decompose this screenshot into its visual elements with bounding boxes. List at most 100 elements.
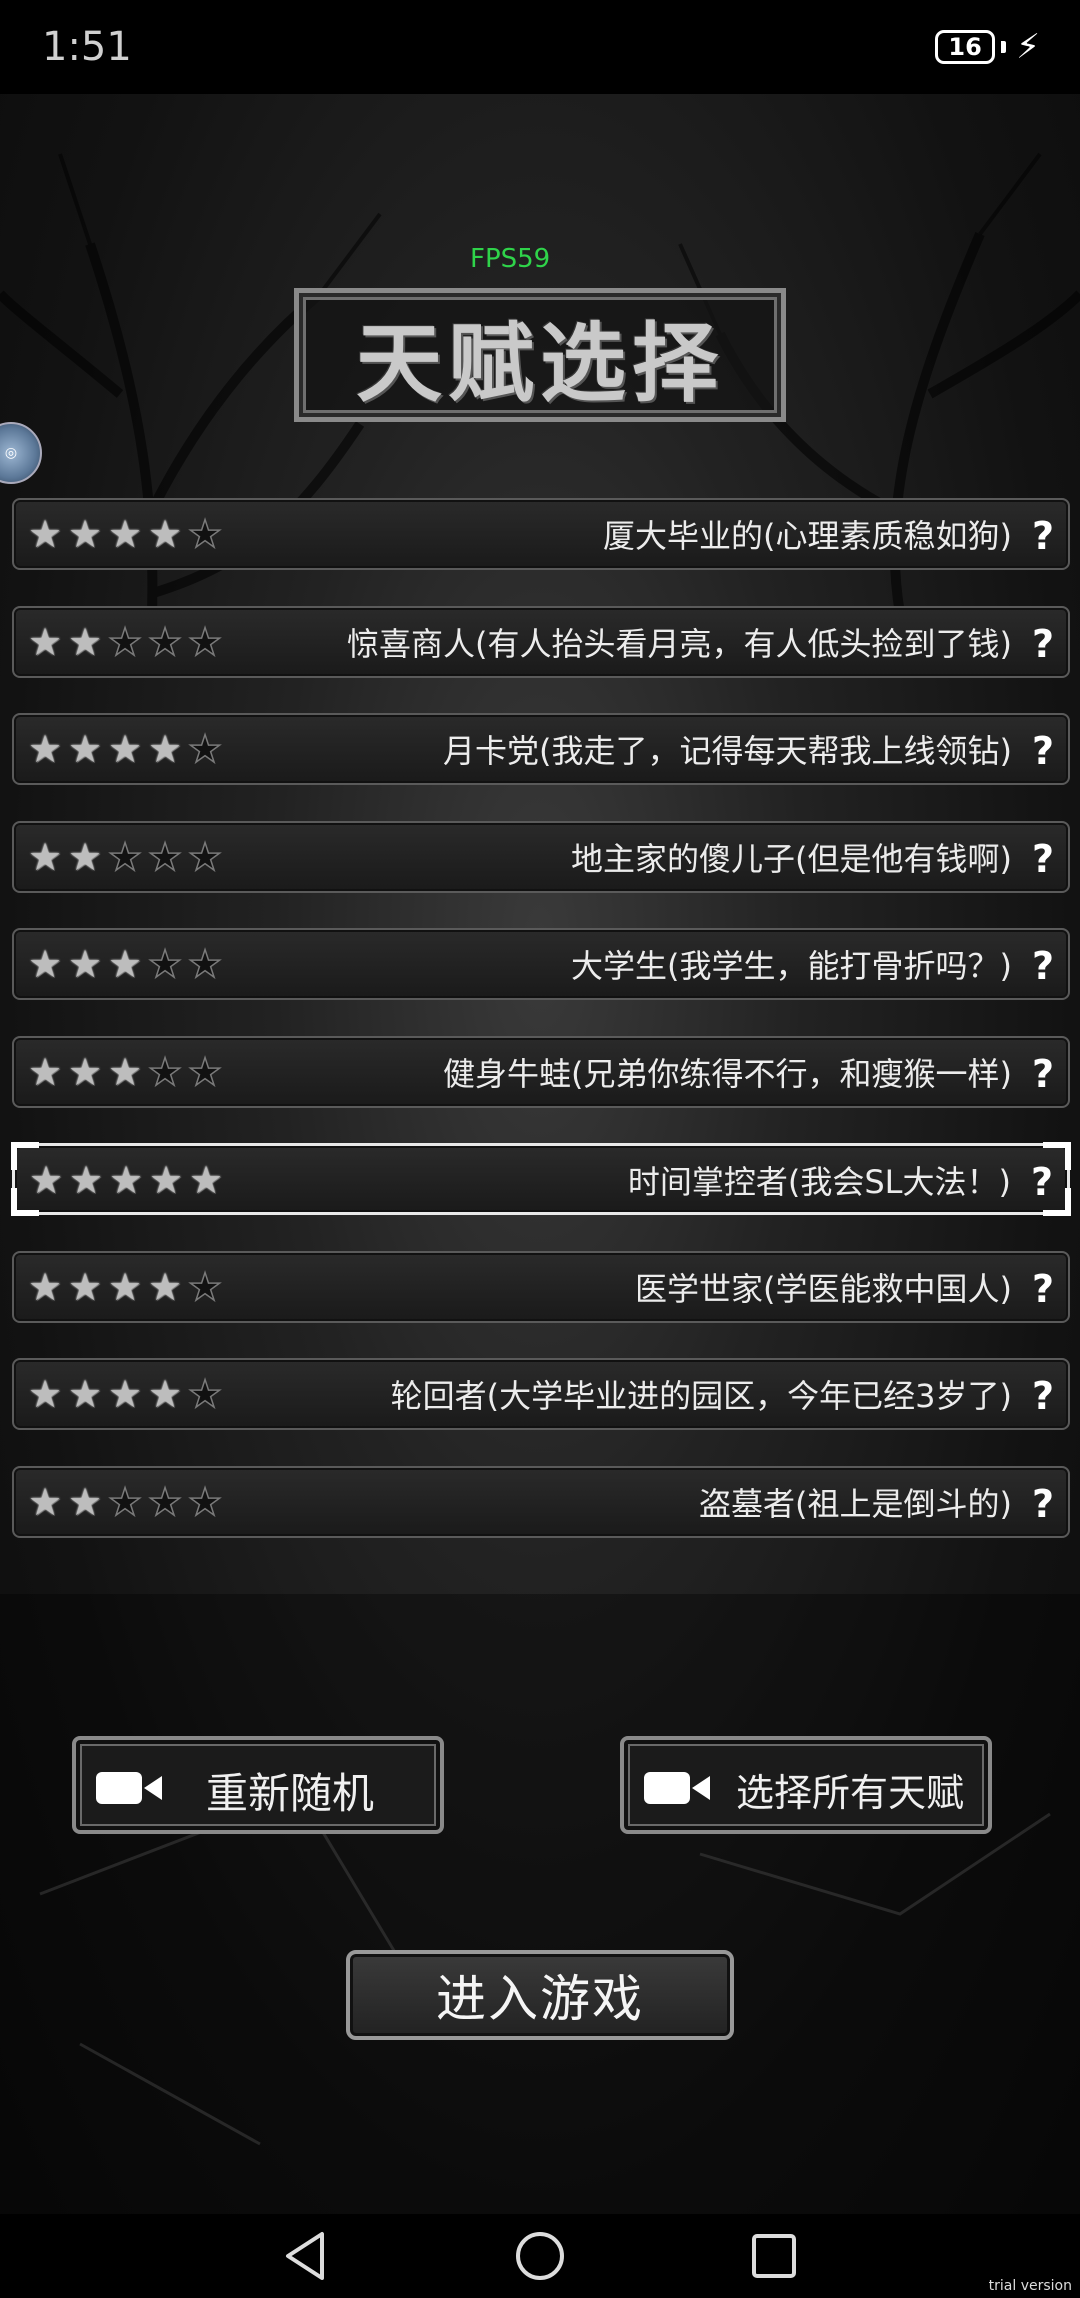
- question-icon[interactable]: ?: [1032, 1253, 1054, 1325]
- question-icon[interactable]: ?: [1032, 930, 1054, 1002]
- star-empty-icon: ★: [107, 1480, 143, 1524]
- status-bar: 1:51 16 ⚡: [0, 0, 1080, 94]
- talent-row[interactable]: ★ ★ ★ ★ ★ 惊喜商人(有人抬头看月亮，有人低头捡到了钱)?: [12, 606, 1070, 678]
- star-filled-icon: ★: [67, 1265, 103, 1309]
- talent-label: 健身牛蛙(兄弟你练得不行，和瘦猴一样): [443, 1055, 1012, 1093]
- talent-row[interactable]: ★ ★ ★ ★ ★ 大学生(我学生，能打骨折吗？)?: [12, 928, 1070, 1000]
- star-filled-icon: ★: [27, 1372, 63, 1416]
- star-empty-icon: ★: [147, 620, 183, 664]
- talent-row[interactable]: ★ ★ ★ ★ ★ 医学世家(学医能救中国人)?: [12, 1251, 1070, 1323]
- star-rating: ★ ★ ★ ★ ★: [26, 1265, 224, 1309]
- selection-corner: [11, 1142, 39, 1170]
- star-empty-icon: ★: [187, 942, 223, 986]
- star-rating: ★ ★ ★ ★ ★: [26, 620, 224, 664]
- star-empty-icon: ★: [107, 620, 143, 664]
- star-filled-icon: ★: [147, 512, 183, 556]
- star-filled-icon: ★: [147, 1372, 183, 1416]
- system-navigation-bar: trial version: [0, 2214, 1080, 2298]
- talent-label: 盗墓者(祖上是倒斗的): [699, 1485, 1012, 1523]
- talent-row[interactable]: ★ ★ ★ ★ ★ 地主家的傻儿子(但是他有钱啊)?: [12, 821, 1070, 893]
- star-filled-icon: ★: [27, 1480, 63, 1524]
- star-filled-icon: ★: [27, 1265, 63, 1309]
- star-empty-icon: ★: [187, 1372, 223, 1416]
- talent-label: 地主家的傻儿子(但是他有钱啊): [571, 840, 1012, 878]
- star-filled-icon: ★: [27, 835, 63, 879]
- talent-label: 厦大毕业的(心理素质稳如狗): [603, 517, 1012, 555]
- question-icon[interactable]: ?: [1032, 1468, 1054, 1540]
- talent-label: 时间掌控者(我会SL大法！): [627, 1163, 1011, 1201]
- star-filled-icon: ★: [107, 1265, 143, 1309]
- question-icon[interactable]: ?: [1032, 608, 1054, 680]
- question-icon[interactable]: ?: [1032, 823, 1054, 895]
- battery-icon: 16: [935, 30, 996, 64]
- star-filled-icon: ★: [107, 1050, 143, 1094]
- star-empty-icon: ★: [147, 835, 183, 879]
- star-filled-icon: ★: [67, 1372, 103, 1416]
- reroll-label: 重新随机: [206, 1769, 375, 1818]
- talent-row[interactable]: ★ ★ ★ ★ ★ 时间掌控者(我会SL大法！)?: [11, 1142, 1071, 1216]
- star-filled-icon: ★: [67, 620, 103, 664]
- nav-home-icon[interactable]: [510, 2226, 570, 2286]
- star-filled-icon: ★: [107, 727, 143, 771]
- reroll-button[interactable]: 重新随机: [72, 1736, 444, 1834]
- talent-row[interactable]: ★ ★ ★ ★ ★ 健身牛蛙(兄弟你练得不行，和瘦猴一样)?: [12, 1036, 1070, 1108]
- fps-counter: FPS59: [470, 244, 551, 274]
- star-empty-icon: ★: [187, 1050, 223, 1094]
- star-empty-icon: ★: [187, 727, 223, 771]
- talent-label: 轮回者(大学毕业进的园区，今年已经3岁了): [390, 1377, 1012, 1415]
- battery-tip: [1001, 41, 1007, 53]
- talent-label: 大学生(我学生，能打骨折吗？): [571, 947, 1012, 985]
- status-time: 1:51: [42, 24, 132, 70]
- star-empty-icon: ★: [187, 1480, 223, 1524]
- video-camera-icon: [96, 1772, 162, 1804]
- star-empty-icon: ★: [187, 835, 223, 879]
- enter-game-label: 进入游戏: [436, 1970, 644, 2028]
- star-filled-icon: ★: [67, 727, 103, 771]
- selection-corner: [1043, 1142, 1071, 1170]
- star-filled-icon: ★: [68, 1158, 104, 1202]
- selection-corner: [11, 1188, 39, 1216]
- nav-recent-apps-icon[interactable]: [744, 2226, 804, 2286]
- star-empty-icon: ★: [147, 942, 183, 986]
- star-rating: ★ ★ ★ ★ ★: [26, 727, 224, 771]
- star-filled-icon: ★: [107, 942, 143, 986]
- star-filled-icon: ★: [188, 1158, 224, 1202]
- star-rating: ★ ★ ★ ★ ★: [26, 942, 224, 986]
- talent-label: 月卡党(我走了，记得每天帮我上线领钻): [443, 732, 1012, 770]
- nav-back-icon[interactable]: [276, 2226, 336, 2286]
- talent-label: 惊喜商人(有人抬头看月亮，有人低头捡到了钱): [347, 625, 1012, 663]
- star-rating: ★ ★ ★ ★ ★: [27, 1160, 225, 1200]
- page-title: 天赋选择: [356, 313, 724, 414]
- question-icon[interactable]: ?: [1032, 1360, 1054, 1432]
- star-filled-icon: ★: [107, 1372, 143, 1416]
- star-filled-icon: ★: [147, 1265, 183, 1309]
- battery-level: 16: [948, 33, 982, 61]
- talent-row[interactable]: ★ ★ ★ ★ ★ 轮回者(大学毕业进的园区，今年已经3岁了)?: [12, 1358, 1070, 1430]
- question-icon[interactable]: ?: [1032, 715, 1054, 787]
- star-empty-icon: ★: [107, 835, 143, 879]
- star-empty-icon: ★: [187, 1265, 223, 1309]
- question-icon[interactable]: ?: [1032, 500, 1054, 572]
- star-filled-icon: ★: [148, 1158, 184, 1202]
- question-icon[interactable]: ?: [1032, 1038, 1054, 1110]
- star-filled-icon: ★: [27, 727, 63, 771]
- star-filled-icon: ★: [27, 620, 63, 664]
- star-filled-icon: ★: [27, 942, 63, 986]
- star-rating: ★ ★ ★ ★ ★: [26, 512, 224, 556]
- video-camera-icon: [644, 1772, 710, 1804]
- game-screen: FPS59 天赋选择 ◎ ★ ★ ★ ★ ★ 厦大毕业的(心理素质稳如狗)? ★ ★ ★ ★ ★ 惊喜…: [0, 94, 1080, 2214]
- star-empty-icon: ★: [187, 512, 223, 556]
- talent-row[interactable]: ★ ★ ★ ★ ★ 月卡党(我走了，记得每天帮我上线领钻)?: [12, 713, 1070, 785]
- star-filled-icon: ★: [27, 512, 63, 556]
- talent-row[interactable]: ★ ★ ★ ★ ★ 厦大毕业的(心理素质稳如狗)?: [12, 498, 1070, 570]
- title-panel: 天赋选择: [294, 288, 786, 422]
- star-rating: ★ ★ ★ ★ ★: [26, 1050, 224, 1094]
- select-all-talents-button[interactable]: 选择所有天赋: [620, 1736, 992, 1834]
- star-filled-icon: ★: [67, 1050, 103, 1094]
- enter-game-button[interactable]: 进入游戏: [346, 1950, 734, 2040]
- talent-row[interactable]: ★ ★ ★ ★ ★ 盗墓者(祖上是倒斗的)?: [12, 1466, 1070, 1538]
- star-rating: ★ ★ ★ ★ ★: [26, 1372, 224, 1416]
- star-filled-icon: ★: [27, 1050, 63, 1094]
- star-filled-icon: ★: [108, 1158, 144, 1202]
- talent-label: 医学世家(学医能救中国人): [635, 1270, 1012, 1308]
